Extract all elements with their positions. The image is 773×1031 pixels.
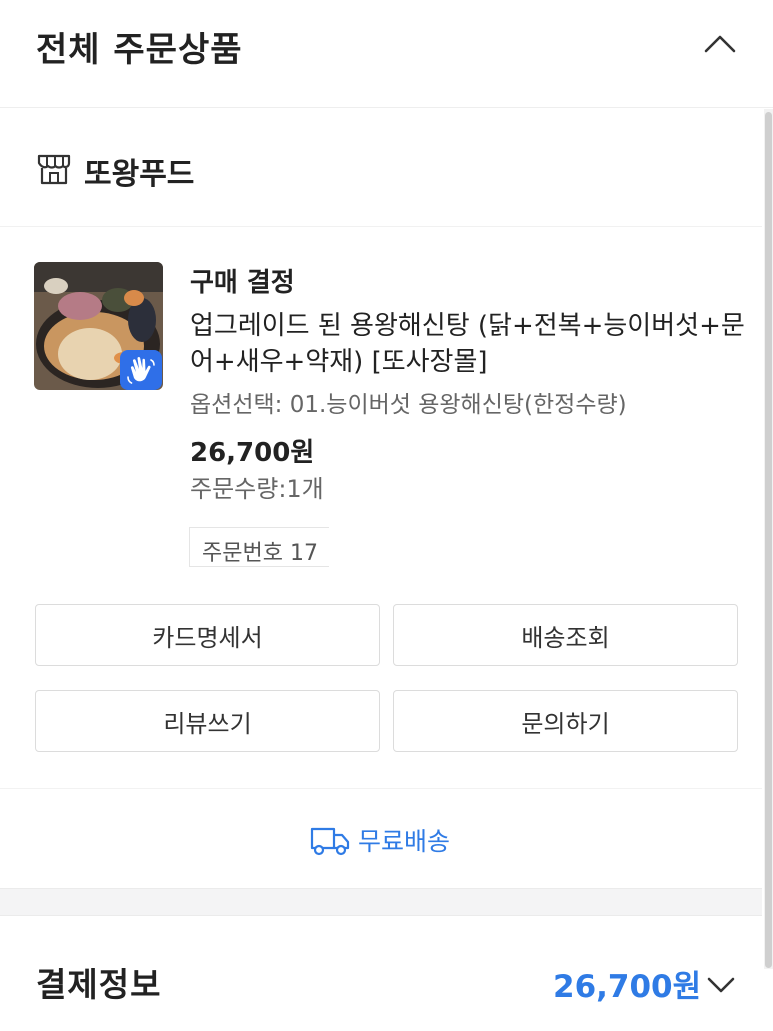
order-status: 구매 결정 — [190, 268, 295, 298]
truck-icon — [310, 827, 350, 856]
product-price: 26,700원 — [190, 438, 315, 468]
order-number: 주문번호 17 — [202, 541, 318, 566]
order-quantity: 주문수량:1개 — [190, 475, 324, 503]
store-row[interactable]: 또왕푸드 — [0, 109, 762, 227]
section-gap — [0, 888, 762, 916]
section-title: 전체 주문상품 — [36, 30, 243, 70]
store-icon — [37, 154, 71, 185]
product-option: 옵션선택: 01.능이버섯 용왕해신탕(한정수량) — [190, 392, 627, 418]
divider — [0, 788, 762, 789]
product-name[interactable]: 업그레이드 된 용왕해신탕 (닭+전복+능이버섯+문어+새우+약재) [또사장몰… — [190, 308, 750, 380]
shipping-label: 무료배송 — [358, 827, 451, 856]
order-items-header[interactable]: 전체 주문상품 — [0, 0, 773, 108]
write-review-button[interactable]: 리뷰쓰기 — [35, 690, 380, 752]
payment-title[interactable]: 결제정보 — [36, 958, 161, 1006]
chevron-down-icon[interactable] — [706, 972, 736, 998]
scrollbar-thumb[interactable] — [765, 112, 772, 968]
payment-amount: 26,700원 — [553, 969, 702, 1005]
store-name[interactable]: 또왕푸드 — [84, 149, 194, 193]
inquiry-button[interactable]: 문의하기 — [393, 690, 738, 752]
chevron-up-icon[interactable] — [703, 28, 737, 58]
hand-icon — [120, 350, 162, 390]
card-statement-button[interactable]: 카드명세서 — [35, 604, 380, 666]
shipping-info: 무료배송 — [310, 820, 450, 860]
track-delivery-button[interactable]: 배송조회 — [393, 604, 738, 666]
